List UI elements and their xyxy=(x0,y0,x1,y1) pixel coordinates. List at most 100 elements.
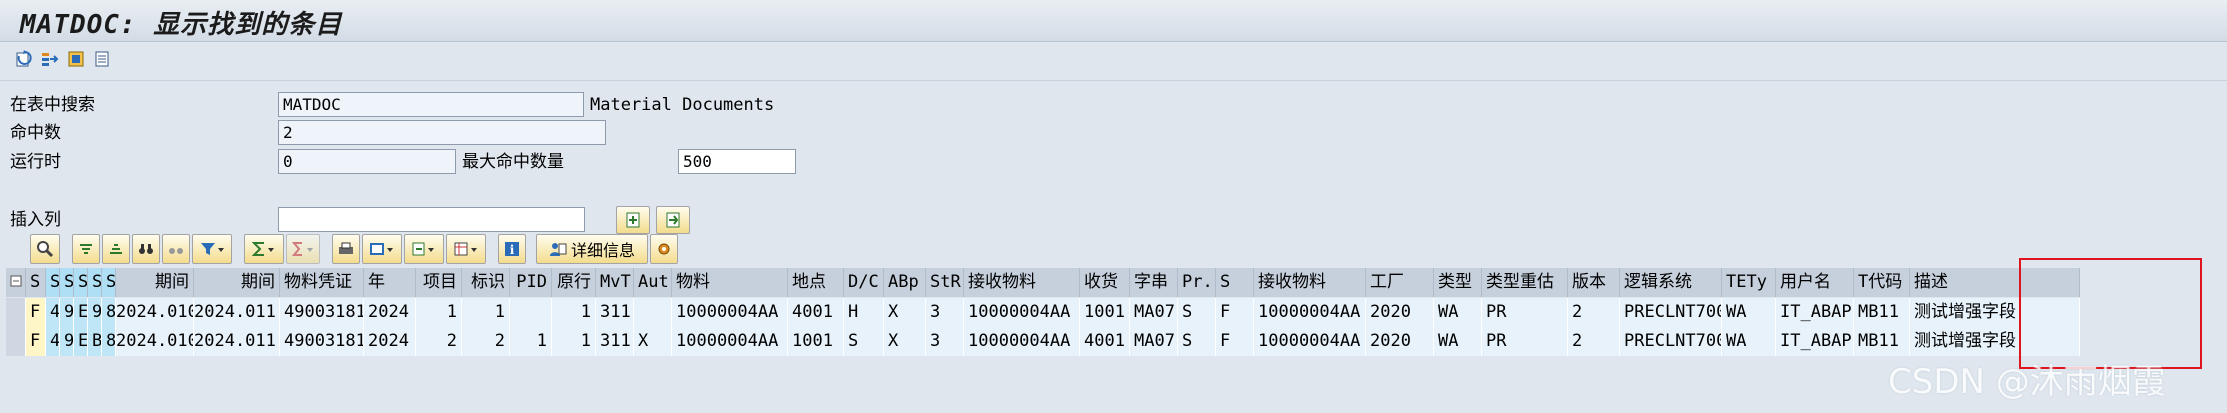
print-button[interactable] xyxy=(332,234,360,264)
table-cell[interactable]: 9 xyxy=(60,298,74,327)
column-header[interactable]: 收货 xyxy=(1080,268,1130,297)
table-cell[interactable]: 10000004AA xyxy=(964,327,1080,356)
table-cell[interactable]: 1001 xyxy=(1080,298,1130,327)
insert-column-before-button[interactable] xyxy=(616,206,650,234)
column-header[interactable]: 物料凭证 xyxy=(280,268,364,297)
column-header[interactable]: TETy xyxy=(1722,268,1776,297)
table-cell[interactable]: 2020 xyxy=(1366,298,1434,327)
table-cell[interactable]: 9 xyxy=(60,327,74,356)
column-header[interactable]: S xyxy=(26,268,46,297)
table-cell[interactable]: 4001 xyxy=(1080,327,1130,356)
column-header[interactable]: S xyxy=(74,268,88,297)
table-cell[interactable]: MA07 xyxy=(1130,327,1178,356)
table-cell[interactable]: 2024 xyxy=(364,327,416,356)
table-cell[interactable]: 4 xyxy=(46,298,60,327)
table-cell[interactable]: 1 xyxy=(510,327,552,356)
table-cell[interactable]: E xyxy=(74,298,88,327)
column-header[interactable]: MvT xyxy=(596,268,634,297)
insert-column-after-button[interactable] xyxy=(656,206,690,234)
table-cell[interactable]: 10000004AA xyxy=(1254,298,1366,327)
table-cell[interactable]: 2 xyxy=(416,327,462,356)
table-cell[interactable] xyxy=(634,298,672,327)
table-cell[interactable]: WA xyxy=(1434,298,1482,327)
table-cell[interactable]: X xyxy=(884,298,926,327)
runtime-field[interactable]: 0 xyxy=(278,149,456,174)
table-cell[interactable]: WA xyxy=(1434,327,1482,356)
table-cell[interactable]: 1001 xyxy=(788,327,844,356)
table-cell[interactable]: F xyxy=(26,327,46,356)
table-cell[interactable]: H xyxy=(844,298,884,327)
table-cell[interactable]: 4 xyxy=(46,327,60,356)
table-cell[interactable]: 10000004AA xyxy=(672,327,788,356)
table-cell[interactable]: 2024 xyxy=(364,298,416,327)
settings-button[interactable] xyxy=(650,234,678,264)
max-hits-field[interactable]: 500 xyxy=(678,149,796,174)
refresh-icon[interactable] xyxy=(14,49,34,69)
table-cell[interactable]: 2020 xyxy=(1366,327,1434,356)
table-cell[interactable]: 1 xyxy=(552,327,596,356)
row-selector[interactable] xyxy=(6,298,26,327)
insert-column-field[interactable] xyxy=(278,207,585,232)
column-header[interactable]: Pr. xyxy=(1178,268,1216,297)
table-cell[interactable]: IT_ABAP xyxy=(1776,327,1854,356)
table-cell[interactable]: F xyxy=(26,298,46,327)
column-header[interactable]: 类型重估 xyxy=(1482,268,1568,297)
table-cell[interactable]: IT_ABAP xyxy=(1776,298,1854,327)
table-cell[interactable]: 2024.010 xyxy=(116,298,194,327)
subtotal-button[interactable] xyxy=(286,234,320,264)
table-cell[interactable]: B xyxy=(88,327,102,356)
table-cell[interactable]: WA xyxy=(1722,298,1776,327)
table-cell[interactable]: 2 xyxy=(1568,298,1620,327)
table-cell[interactable]: 1 xyxy=(462,298,510,327)
export-button[interactable] xyxy=(404,234,444,264)
column-header[interactable]: 地点 xyxy=(788,268,844,297)
table-cell[interactable]: MA07 xyxy=(1130,298,1178,327)
table-cell[interactable]: PRECLNT700 xyxy=(1620,298,1722,327)
column-header[interactable]: 标识 xyxy=(462,268,510,297)
table-cell[interactable]: X xyxy=(884,327,926,356)
column-header[interactable]: 类型 xyxy=(1434,268,1482,297)
table-cell[interactable]: 8 xyxy=(102,327,116,356)
column-header[interactable]: 工厂 xyxy=(1366,268,1434,297)
column-header[interactable]: 原行 xyxy=(552,268,596,297)
layout-button[interactable] xyxy=(446,234,486,264)
hits-field[interactable]: 2 xyxy=(278,120,606,145)
column-header[interactable]: 项目 xyxy=(416,268,462,297)
select-all-button[interactable] xyxy=(6,268,26,297)
table-cell[interactable]: 9 xyxy=(88,298,102,327)
table-cell[interactable] xyxy=(510,298,552,327)
table-cell[interactable]: PR xyxy=(1482,327,1568,356)
column-header[interactable]: 年 xyxy=(364,268,416,297)
detail-view-button[interactable] xyxy=(30,234,60,264)
table-cell[interactable]: F xyxy=(1216,298,1254,327)
table-cell[interactable]: 10000004AA xyxy=(964,298,1080,327)
table-cell[interactable]: 2024.011 xyxy=(194,327,280,356)
column-header[interactable]: 用户名 xyxy=(1776,268,1854,297)
table-row[interactable]: F49EB82024.0102024.011490031818120242211… xyxy=(6,327,2080,356)
table-cell[interactable]: 2024.011 xyxy=(194,298,280,327)
table-cell[interactable]: S xyxy=(1178,327,1216,356)
table-cell[interactable]: S xyxy=(844,327,884,356)
column-header[interactable]: 字串 xyxy=(1130,268,1178,297)
table-cell[interactable]: MB11 xyxy=(1854,327,1910,356)
table-cell[interactable]: WA xyxy=(1722,327,1776,356)
column-header[interactable]: 期间 xyxy=(116,268,194,297)
sort-descending-button[interactable] xyxy=(102,234,130,264)
table-cell[interactable]: 311 xyxy=(596,327,634,356)
table-cell[interactable]: 311 xyxy=(596,298,634,327)
column-header[interactable]: S xyxy=(1216,268,1254,297)
options-icon[interactable] xyxy=(66,49,86,69)
table-cell[interactable]: 3 xyxy=(926,327,964,356)
column-header[interactable]: PID xyxy=(510,268,552,297)
list-icon[interactable] xyxy=(92,49,112,69)
details-button[interactable]: 详细信息 xyxy=(536,234,648,264)
column-header[interactable]: StR xyxy=(926,268,964,297)
table-cell[interactable]: 2 xyxy=(462,327,510,356)
table-cell[interactable]: 2 xyxy=(1568,327,1620,356)
column-header[interactable]: D/C xyxy=(844,268,884,297)
table-cell[interactable]: 3 xyxy=(926,298,964,327)
table-cell[interactable]: 10000004AA xyxy=(1254,327,1366,356)
column-header[interactable]: 期间 xyxy=(194,268,280,297)
table-row[interactable]: F49E982024.0102024.011490031818120241113… xyxy=(6,298,2080,327)
table-cell[interactable]: 1 xyxy=(552,298,596,327)
